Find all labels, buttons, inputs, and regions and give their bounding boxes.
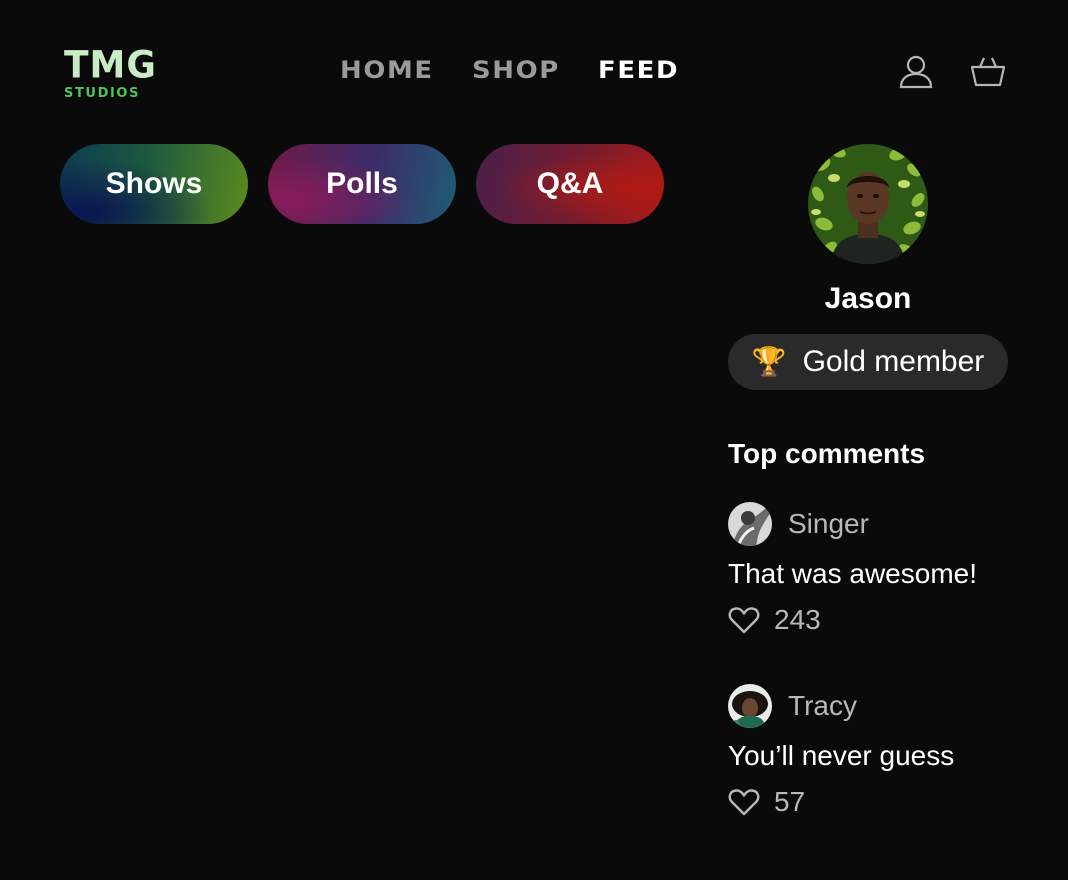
nav-home[interactable]: HOME — [340, 56, 434, 84]
trophy-icon: 🏆 — [751, 346, 787, 377]
comment-text: You’ll never guess — [728, 740, 955, 771]
member-badge-label: Gold member — [802, 345, 985, 378]
nav-shop[interactable]: SHOP — [472, 56, 560, 84]
comment-author[interactable]: Tracy — [728, 684, 1048, 728]
comment-avatar[interactable] — [728, 502, 772, 546]
comment-likes: 57 — [728, 786, 1048, 818]
comment-item: Singer That was awesome! 243 — [728, 502, 1048, 636]
main-nav: HOME SHOP FEED — [340, 56, 678, 84]
profile-avatar[interactable] — [808, 144, 928, 264]
like-count: 243 — [774, 604, 821, 635]
heart-icon[interactable] — [728, 605, 760, 635]
logo-subtitle: STUDIOS — [64, 86, 141, 101]
page: TMG STUDIOS HOME SHOP FEED Shows Polls Q… — [0, 0, 1068, 880]
member-badge: 🏆 Gold member — [728, 334, 1008, 390]
comment-text: That was awesome! — [728, 558, 977, 589]
category-qa-button[interactable]: Q&A — [476, 144, 664, 224]
comment-item: Tracy You’ll never guess 57 — [728, 684, 1048, 818]
comment-author[interactable]: Singer — [728, 502, 1048, 546]
comment-author-name: Tracy — [788, 690, 857, 721]
logo[interactable]: TMG STUDIOS — [64, 43, 164, 101]
category-shows-button[interactable]: Shows — [60, 144, 248, 224]
like-count: 57 — [774, 786, 806, 817]
heart-icon[interactable] — [728, 787, 760, 817]
nav-feed[interactable]: FEED — [598, 56, 679, 84]
category-polls-button[interactable]: Polls — [268, 144, 456, 224]
user-icon[interactable] — [898, 53, 934, 94]
profile-name: Jason — [824, 282, 912, 315]
top-comments-title: Top comments — [728, 438, 926, 469]
comment-avatar[interactable] — [728, 684, 772, 728]
logo-title: TMG — [64, 43, 157, 87]
comment-author-name: Singer — [788, 508, 869, 539]
comment-likes: 243 — [728, 604, 1048, 636]
basket-icon[interactable] — [970, 53, 1006, 94]
